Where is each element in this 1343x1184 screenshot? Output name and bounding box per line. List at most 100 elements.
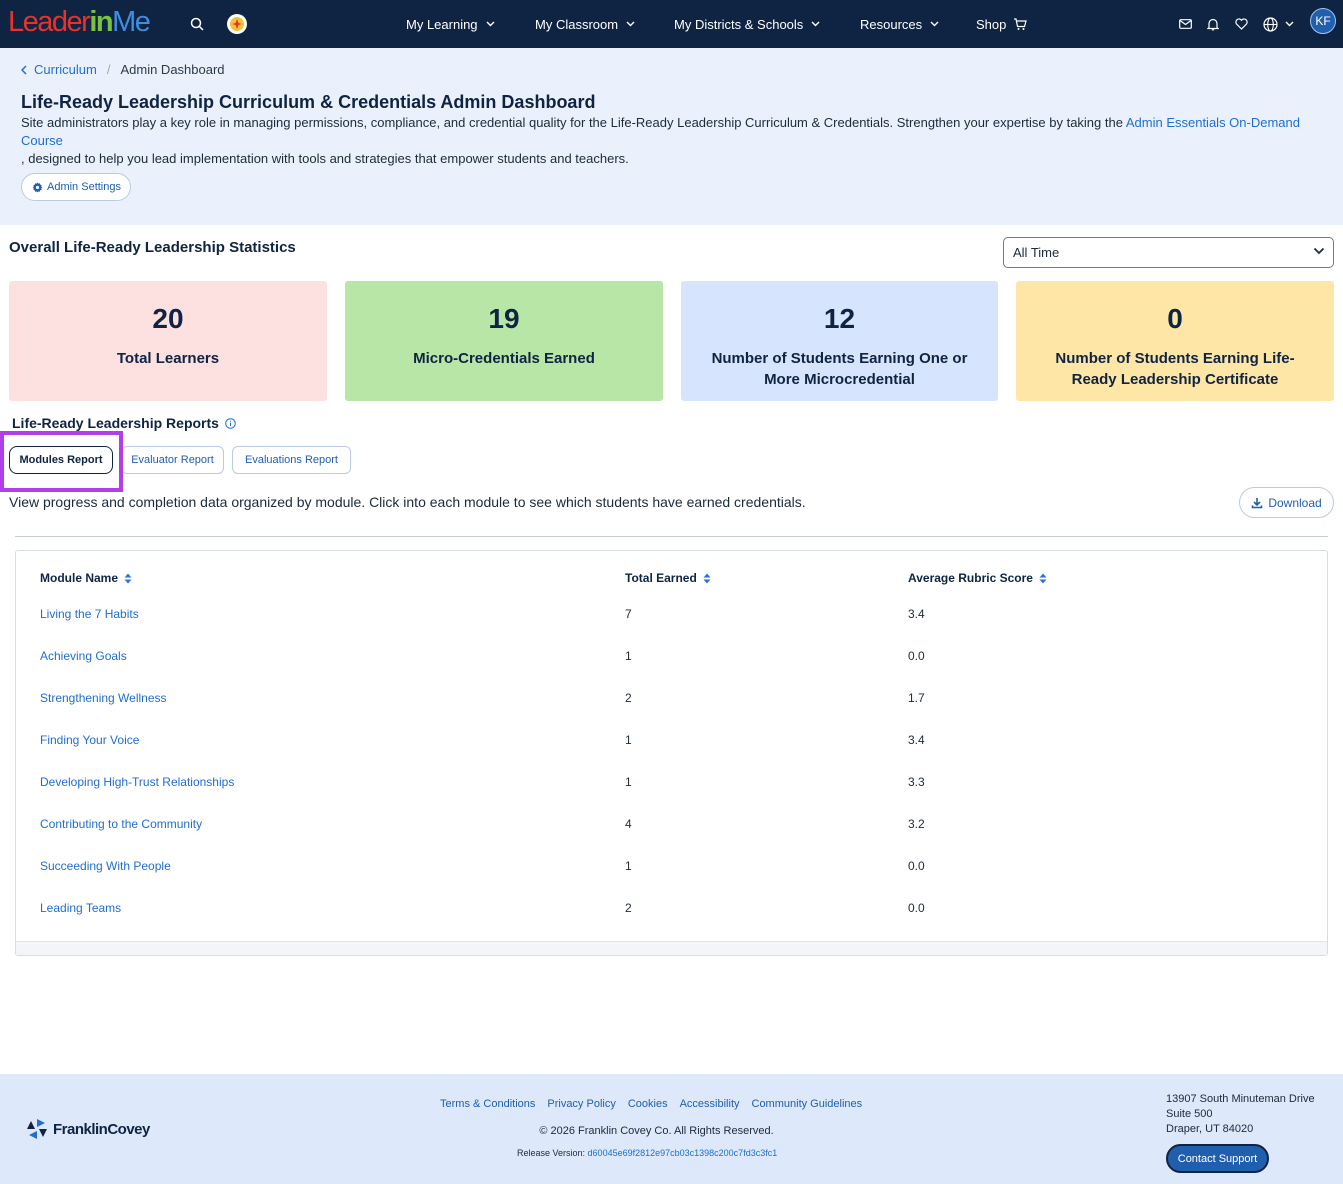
sort-icon bbox=[1039, 573, 1047, 583]
time-range-value: All Time bbox=[1013, 245, 1060, 260]
column-header-average-rubric-score[interactable]: Average Rubric Score bbox=[908, 571, 1047, 585]
stat-value: 0 bbox=[1167, 303, 1183, 334]
report-description: View progress and completion data organi… bbox=[9, 494, 806, 510]
download-label: Download bbox=[1268, 495, 1322, 510]
search-icon[interactable] bbox=[185, 12, 209, 36]
time-range-select[interactable]: All Time bbox=[1003, 237, 1334, 268]
language-globe-icon[interactable] bbox=[1258, 12, 1298, 36]
stats-section-title: Overall Life-Ready Leadership Statistics bbox=[9, 239, 296, 256]
total-earned-value: 2 bbox=[625, 901, 632, 915]
total-earned-value: 7 bbox=[625, 607, 632, 621]
total-earned-value: 1 bbox=[625, 733, 632, 747]
heart-icon[interactable] bbox=[1229, 12, 1253, 36]
nav-shop[interactable]: Shop bbox=[976, 0, 1028, 48]
breadcrumb-curriculum-link[interactable]: Curriculum bbox=[21, 62, 97, 77]
nav-my-classroom[interactable]: My Classroom bbox=[535, 0, 635, 48]
average-score-value: 3.4 bbox=[908, 607, 925, 621]
leader-in-me-logo[interactable]: LeaderinMe bbox=[8, 6, 151, 39]
gear-icon bbox=[32, 181, 43, 193]
mail-icon[interactable] bbox=[1173, 12, 1197, 36]
page-description: Site administrators play a key role in m… bbox=[21, 114, 1331, 168]
copyright: © 2026 Franklin Covey Co. All Rights Res… bbox=[539, 1125, 774, 1137]
sort-icon bbox=[124, 573, 132, 583]
address-line: 13907 South Minuteman Drive bbox=[1166, 1093, 1315, 1105]
footer-link-community-guidelines[interactable]: Community Guidelines bbox=[752, 1098, 863, 1110]
total-earned-value: 1 bbox=[625, 775, 632, 789]
average-score-value: 0.0 bbox=[908, 649, 925, 663]
column-header-total-earned[interactable]: Total Earned bbox=[625, 571, 711, 585]
table-row: Developing High-Trust Relationships 1 3.… bbox=[16, 761, 1327, 803]
total-earned-value: 4 bbox=[625, 817, 632, 831]
user-avatar[interactable]: KF bbox=[1310, 8, 1336, 34]
footer-link-privacy[interactable]: Privacy Policy bbox=[547, 1098, 615, 1110]
description-text-end: , designed to help you lead implementati… bbox=[21, 151, 629, 166]
column-header-module-name[interactable]: Module Name bbox=[40, 571, 132, 585]
stat-value: 12 bbox=[823, 303, 856, 334]
site-footer: FranklinCovey Terms & Conditions Privacy… bbox=[0, 1074, 1343, 1184]
tab-evaluator-report[interactable]: Evaluator Report bbox=[121, 446, 224, 474]
average-score-value: 3.3 bbox=[908, 775, 925, 789]
sort-icon bbox=[703, 573, 711, 583]
description-text: Site administrators play a key role in m… bbox=[21, 115, 1126, 130]
chevron-left-icon bbox=[21, 64, 27, 75]
highlight-annotation-box bbox=[0, 431, 123, 492]
chevron-down-icon bbox=[930, 21, 939, 27]
stat-label: Total Learners bbox=[116, 350, 220, 367]
total-earned-value: 1 bbox=[625, 649, 632, 663]
nav-my-districts-schools[interactable]: My Districts & Schools bbox=[674, 0, 820, 48]
chevron-down-icon bbox=[486, 21, 495, 27]
module-link[interactable]: Achieving Goals bbox=[40, 635, 127, 677]
module-link[interactable]: Leading Teams bbox=[40, 887, 121, 929]
top-nav: LeaderinMe My Learning My Classroom My D… bbox=[0, 0, 1343, 48]
module-link[interactable]: Developing High-Trust Relationships bbox=[40, 761, 234, 803]
module-link[interactable]: Contributing to the Community bbox=[40, 803, 202, 845]
table-row: Contributing to the Community 4 3.2 bbox=[16, 803, 1327, 845]
module-link[interactable]: Succeeding With People bbox=[40, 845, 171, 887]
admin-settings-button[interactable]: Admin Settings bbox=[21, 173, 131, 201]
compass-app-icon[interactable] bbox=[225, 12, 249, 36]
page-title: Life-Ready Leadership Curriculum & Crede… bbox=[21, 92, 596, 112]
table-row: Achieving Goals 1 0.0 bbox=[16, 635, 1327, 677]
stat-card-certificate: 0 Number of Students Earning Life-Ready … bbox=[1016, 281, 1334, 401]
table-row: Strengthening Wellness 2 1.7 bbox=[16, 677, 1327, 719]
page-header: Curriculum / Admin Dashboard Life-Ready … bbox=[0, 48, 1343, 225]
footer-link-terms[interactable]: Terms & Conditions bbox=[440, 1098, 535, 1110]
address-line: Draper, UT 84020 bbox=[1166, 1123, 1254, 1135]
download-button[interactable]: Download bbox=[1239, 487, 1334, 518]
module-link[interactable]: Finding Your Voice bbox=[40, 719, 139, 761]
total-earned-value: 1 bbox=[625, 859, 632, 873]
contact-support-button[interactable]: Contact Support bbox=[1166, 1144, 1269, 1173]
breadcrumb-parent-label: Curriculum bbox=[34, 62, 97, 77]
stat-card-micro-credentials: 19 Micro-Credentials Earned bbox=[345, 281, 663, 401]
release-version: Release Version: d60045e69f2812e97cb03c1… bbox=[517, 1148, 777, 1158]
stat-value: 19 bbox=[488, 303, 520, 334]
module-link[interactable]: Strengthening Wellness bbox=[40, 677, 167, 719]
table-row: Finding Your Voice 1 3.4 bbox=[16, 719, 1327, 761]
release-hash-link[interactable]: d60045e69f2812e97cb03c1398c200c7fd3c3fc1 bbox=[588, 1148, 778, 1158]
modules-table: Module Name Total Earned Average Rubric … bbox=[15, 550, 1328, 956]
total-earned-value: 2 bbox=[625, 691, 632, 705]
breadcrumb: Curriculum / Admin Dashboard bbox=[21, 62, 225, 77]
nav-resources[interactable]: Resources bbox=[860, 0, 939, 48]
footer-link-cookies[interactable]: Cookies bbox=[628, 1098, 668, 1110]
module-link[interactable]: Living the 7 Habits bbox=[40, 593, 139, 635]
column-header-label: Average Rubric Score bbox=[908, 571, 1033, 585]
chevron-down-icon bbox=[626, 21, 635, 27]
table-horizontal-scrollbar[interactable] bbox=[16, 941, 1327, 955]
stat-label: Number of Students Earning Life-Ready Le… bbox=[1055, 350, 1295, 388]
reports-section-title: Life-Ready Leadership Reports bbox=[12, 415, 236, 431]
stat-value: 20 bbox=[152, 303, 184, 334]
table-row: Living the 7 Habits 7 3.4 bbox=[16, 593, 1327, 635]
chevron-down-icon bbox=[811, 21, 820, 27]
nav-my-learning[interactable]: My Learning bbox=[406, 0, 495, 48]
reports-title-text: Life-Ready Leadership Reports bbox=[12, 415, 219, 431]
info-icon[interactable] bbox=[225, 417, 236, 429]
tab-evaluations-report[interactable]: Evaluations Report bbox=[232, 446, 351, 474]
address-line: Suite 500 bbox=[1166, 1108, 1213, 1120]
download-icon bbox=[1252, 497, 1263, 508]
footer-link-accessibility[interactable]: Accessibility bbox=[680, 1098, 740, 1110]
bell-icon[interactable] bbox=[1201, 12, 1225, 36]
stat-label: Number of Students Earning One or More M… bbox=[711, 350, 968, 388]
table-row: Succeeding With People 1 0.0 bbox=[16, 845, 1327, 887]
release-label: Release Version: bbox=[517, 1148, 588, 1158]
